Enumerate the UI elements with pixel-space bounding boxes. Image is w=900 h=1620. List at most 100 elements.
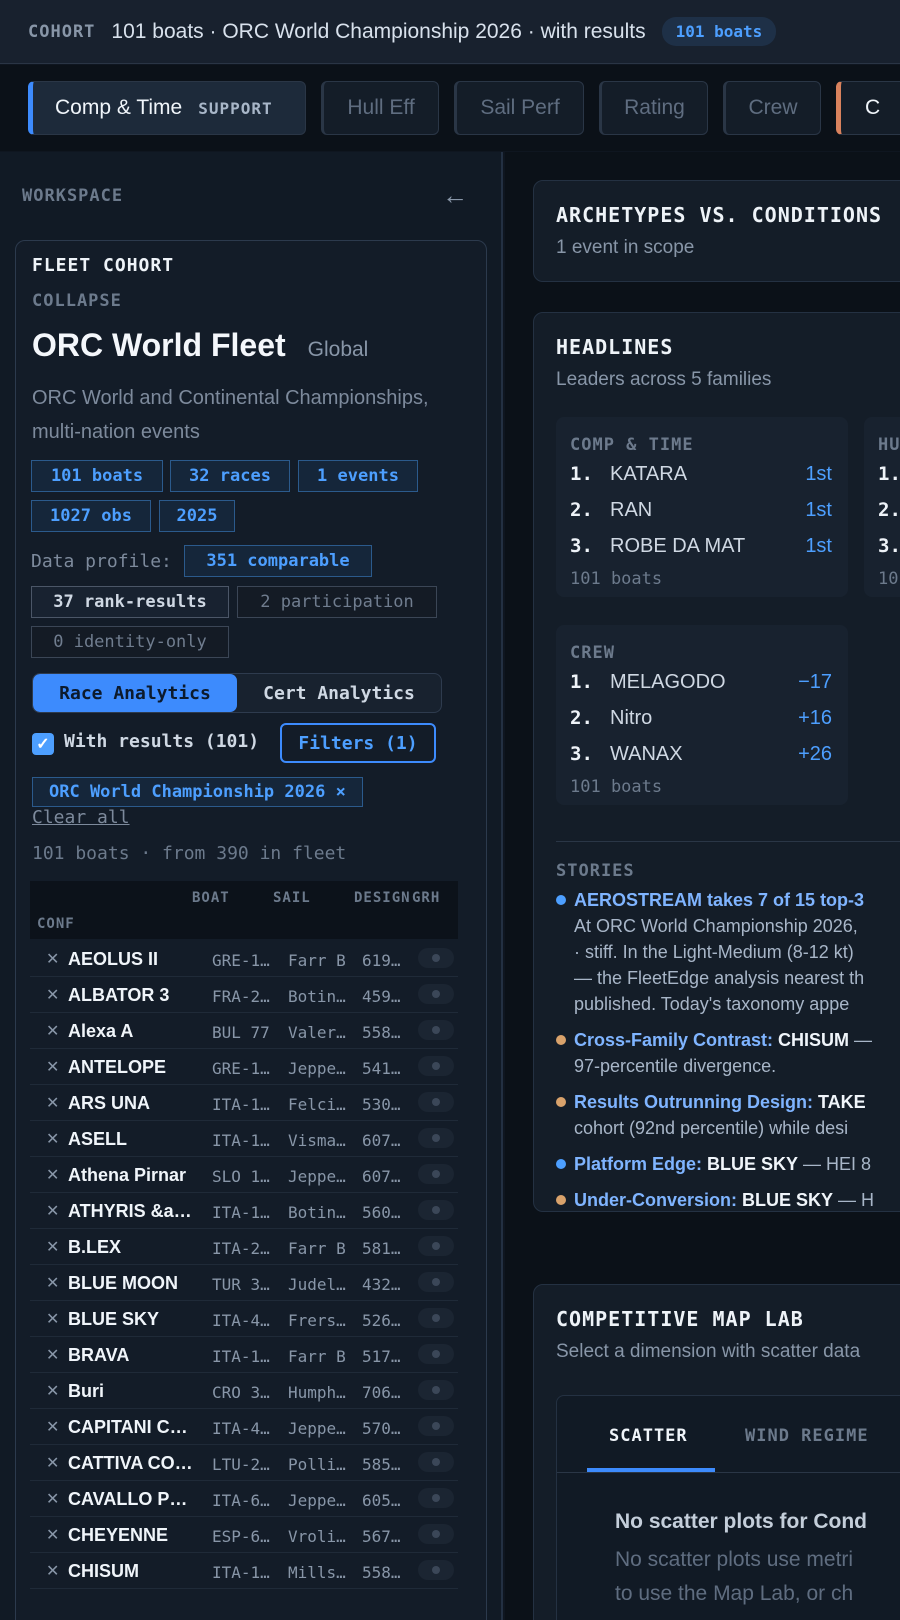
fleet-name-row: ORC World Fleet Global	[32, 327, 368, 364]
remove-icon[interactable]: ✕	[46, 1129, 59, 1149]
tab-hull-eff[interactable]: Hull Eff	[321, 81, 439, 135]
table-row[interactable]: ✕ BLUE SKY ITA-4… Frers… 526…	[30, 1301, 458, 1337]
remove-icon[interactable]: ✕	[46, 1417, 59, 1437]
tab-comp-time[interactable]: Comp & Time SUPPORT	[28, 81, 306, 135]
remove-icon[interactable]: ✕	[46, 1273, 59, 1293]
leader-row[interactable]: 2. RAN 1st	[570, 499, 832, 529]
table-row[interactable]: ✕ CHEYENNE ESP-6… Vroli… 567…	[30, 1517, 458, 1553]
leader-row[interactable]: 3. WANAX +26	[570, 743, 832, 773]
conf-toggle[interactable]	[418, 1020, 454, 1040]
conf-toggle[interactable]	[418, 984, 454, 1004]
filters-button[interactable]: Filters (1)	[280, 723, 436, 763]
leader-row[interactable]: 2.	[878, 499, 900, 529]
col-boat[interactable]: BOAT	[192, 890, 230, 906]
map-lab-panel: COMPETITIVE MAP LAB Select a dimension w…	[533, 1284, 900, 1620]
leader-row[interactable]: 1.	[878, 463, 900, 493]
conf-toggle[interactable]	[418, 1488, 454, 1508]
remove-icon[interactable]: ✕	[46, 1525, 59, 1545]
remove-icon[interactable]: ✕	[46, 1561, 59, 1581]
tab-rating[interactable]: Rating	[599, 81, 708, 135]
stat-chip: 1027 obs	[31, 500, 151, 532]
sail-number: ITA-1…	[212, 1563, 270, 1582]
table-row[interactable]: ✕ ANTELOPE GRE-1… Jeppe… 541…	[30, 1049, 458, 1085]
cert-analytics-option[interactable]: Cert Analytics	[237, 674, 441, 712]
conf-toggle[interactable]	[418, 948, 454, 968]
story-item[interactable]: Cross-Family Contrast: CHISUM — 97-percen…	[556, 1027, 900, 1083]
conf-toggle[interactable]	[418, 1272, 454, 1292]
remove-icon[interactable]: ✕	[46, 1237, 59, 1257]
remove-icon[interactable]: ✕	[46, 1057, 59, 1077]
conf-toggle[interactable]	[418, 1452, 454, 1472]
leader-row[interactable]: 2. Nitro +16	[570, 707, 832, 737]
leader-row[interactable]: 3. ROBE DA MAT 1st	[570, 535, 832, 565]
collapse-button[interactable]: COLLAPSE	[32, 291, 122, 311]
with-results-checkbox[interactable]: ✓	[32, 733, 54, 755]
table-row[interactable]: ✕ ARS UNA ITA-1… Felci… 530…	[30, 1085, 458, 1121]
remove-icon[interactable]: ✕	[46, 985, 59, 1005]
clear-all-link[interactable]: Clear all	[32, 807, 130, 828]
table-row[interactable]: ✕ CAVALLO P… ITA-6… Jeppe… 605…	[30, 1481, 458, 1517]
conf-toggle[interactable]	[418, 1344, 454, 1364]
table-row[interactable]: ✕ Alexa A BUL 77 Valer… 558…	[30, 1013, 458, 1049]
race-analytics-option[interactable]: Race Analytics	[33, 674, 237, 712]
conf-toggle[interactable]	[418, 1416, 454, 1436]
table-row[interactable]: ✕ ALBATOR 3 FRA-2… Botin… 459…	[30, 977, 458, 1013]
remove-icon[interactable]: ✕	[46, 949, 59, 969]
leader-name: ROBE DA MAT	[610, 535, 746, 557]
fleet-cohort-card: FLEET COHORT COLLAPSE ORC World Fleet Gl…	[15, 240, 487, 1620]
table-row[interactable]: ✕ Athena Pirnar SLO 1… Jeppe… 607…	[30, 1157, 458, 1193]
designer: Farr B	[288, 1239, 346, 1258]
table-row[interactable]: ✕ AEOLUS II GRE-1… Farr B 619…	[30, 941, 458, 977]
remove-icon[interactable]: ✕	[46, 1201, 59, 1221]
remove-icon[interactable]: ✕	[46, 1165, 59, 1185]
col-design[interactable]: DESIGN	[354, 890, 411, 906]
remove-icon[interactable]: ✕	[46, 1309, 59, 1329]
conf-toggle[interactable]	[418, 1164, 454, 1184]
leaderboard-footer: 101 boats	[570, 777, 663, 797]
conf-toggle[interactable]	[418, 1128, 454, 1148]
remove-icon[interactable]: ✕	[46, 1345, 59, 1365]
table-row[interactable]: ✕ BLUE MOON TUR 3… Judel… 432…	[30, 1265, 458, 1301]
col-conf[interactable]: CONF	[37, 916, 75, 932]
table-row[interactable]: ✕ BRAVA ITA-1… Farr B 517…	[30, 1337, 458, 1373]
table-row[interactable]: ✕ ATHYRIS &a… ITA-1… Botin… 560…	[30, 1193, 458, 1229]
story-item[interactable]: Platform Edge: BLUE SKY — HEI 8	[556, 1151, 900, 1181]
table-row[interactable]: ✕ CHISUM ITA-1… Mills… 558…	[30, 1553, 458, 1589]
leader-row[interactable]: 1. KATARA 1st	[570, 463, 832, 493]
leader-row[interactable]: 1. MELAGODO −17	[570, 671, 832, 701]
table-row[interactable]: ✕ B.LEX ITA-2… Farr B 581…	[30, 1229, 458, 1265]
conf-toggle[interactable]	[418, 1056, 454, 1076]
story-item[interactable]: AEROSTREAM takes 7 of 15 top-3 At ORC Wor…	[556, 887, 900, 1021]
remove-icon[interactable]: ✕	[46, 1021, 59, 1041]
remove-icon[interactable]: ✕	[46, 1381, 59, 1401]
leader-row[interactable]: 3.	[878, 535, 900, 565]
story-item[interactable]: Under-Conversion: BLUE SKY — H	[556, 1187, 900, 1217]
conf-toggle[interactable]	[418, 1524, 454, 1544]
tab-next[interactable]: C	[836, 81, 900, 135]
headlines-title: HEADLINES	[556, 335, 674, 359]
conf-toggle[interactable]	[418, 1236, 454, 1256]
tab-wind-regime[interactable]: WIND REGIME	[745, 1426, 869, 1446]
remove-icon[interactable]: ✕	[46, 1093, 59, 1113]
conf-toggle[interactable]	[418, 1560, 454, 1580]
conf-toggle[interactable]	[418, 1092, 454, 1112]
tab-scatter[interactable]: SCATTER	[609, 1426, 688, 1446]
col-grh[interactable]: GRH	[412, 890, 440, 906]
active-filter-chip[interactable]: ORC World Championship 2026 ×	[32, 777, 363, 807]
remove-icon[interactable]: ✕	[46, 1453, 59, 1473]
remove-icon[interactable]: ✕	[46, 1489, 59, 1509]
conf-toggle[interactable]	[418, 1200, 454, 1220]
story-item[interactable]: Results Outrunning Design: TAKE cohort (9…	[556, 1089, 900, 1145]
with-results-label: With results (101)	[64, 731, 260, 752]
table-row[interactable]: ✕ ASELL ITA-1… Visma… 607…	[30, 1121, 458, 1157]
col-sail[interactable]: SAIL	[273, 890, 311, 906]
conf-toggle[interactable]	[418, 1308, 454, 1328]
workspace-header: WORKSPACE ←	[22, 180, 482, 211]
conf-toggle[interactable]	[418, 1380, 454, 1400]
table-row[interactable]: ✕ CAPITANI C… ITA-4… Jeppe… 570…	[30, 1409, 458, 1445]
collapse-arrow-icon[interactable]: ←	[442, 180, 468, 211]
table-row[interactable]: ✕ Buri CRO 3… Humph… 706…	[30, 1373, 458, 1409]
tab-crew[interactable]: Crew	[723, 81, 821, 135]
tab-sail-perf[interactable]: Sail Perf	[454, 81, 584, 135]
table-row[interactable]: ✕ CATTIVA CO… LTU-2… Polli… 585…	[30, 1445, 458, 1481]
